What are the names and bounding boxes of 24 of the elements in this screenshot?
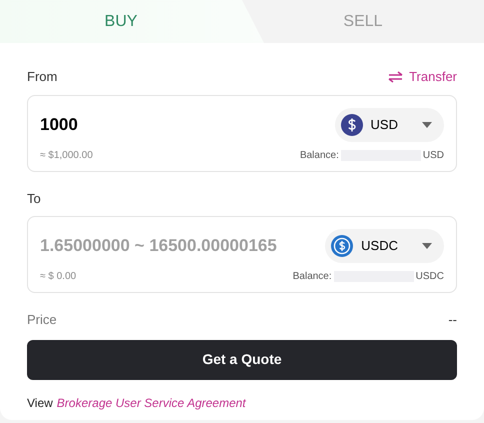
agreement-link[interactable]: Brokerage User Service Agreement [56, 394, 246, 412]
approx-value: ≈ $1,000.00 [40, 148, 93, 162]
from-label: From [27, 68, 58, 86]
amount-field[interactable]: 1.65000000 ~ 16500.00000165 [40, 233, 326, 259]
tab[interactable]: BUY [0, 0, 242, 43]
dollar-coin-icon [340, 114, 363, 136]
swap-icon [388, 70, 404, 83]
price-value: -- [448, 311, 457, 329]
balance-unit: USDC [416, 270, 444, 284]
transfer-link[interactable]: Transfer [388, 67, 457, 86]
balance-label: Balance: [292, 270, 332, 284]
dollar-coin-icon [331, 235, 354, 257]
approx-value: ≈ $ 0.00 [40, 270, 76, 284]
balance-unit: USD [422, 148, 444, 162]
get-quote-button[interactable]: Get a Quote [27, 340, 457, 380]
balance-label: Balance: [300, 148, 339, 162]
to-label: To [27, 190, 42, 208]
amount-field[interactable]: 1000 [40, 112, 260, 138]
caret-icon [422, 243, 432, 249]
caret-icon [422, 122, 432, 128]
price-label: Price [27, 311, 57, 329]
view-text: View [27, 394, 53, 412]
currency-dropdown[interactable]: USDC [325, 229, 444, 263]
currency-dropdown[interactable]: USD [334, 108, 444, 142]
